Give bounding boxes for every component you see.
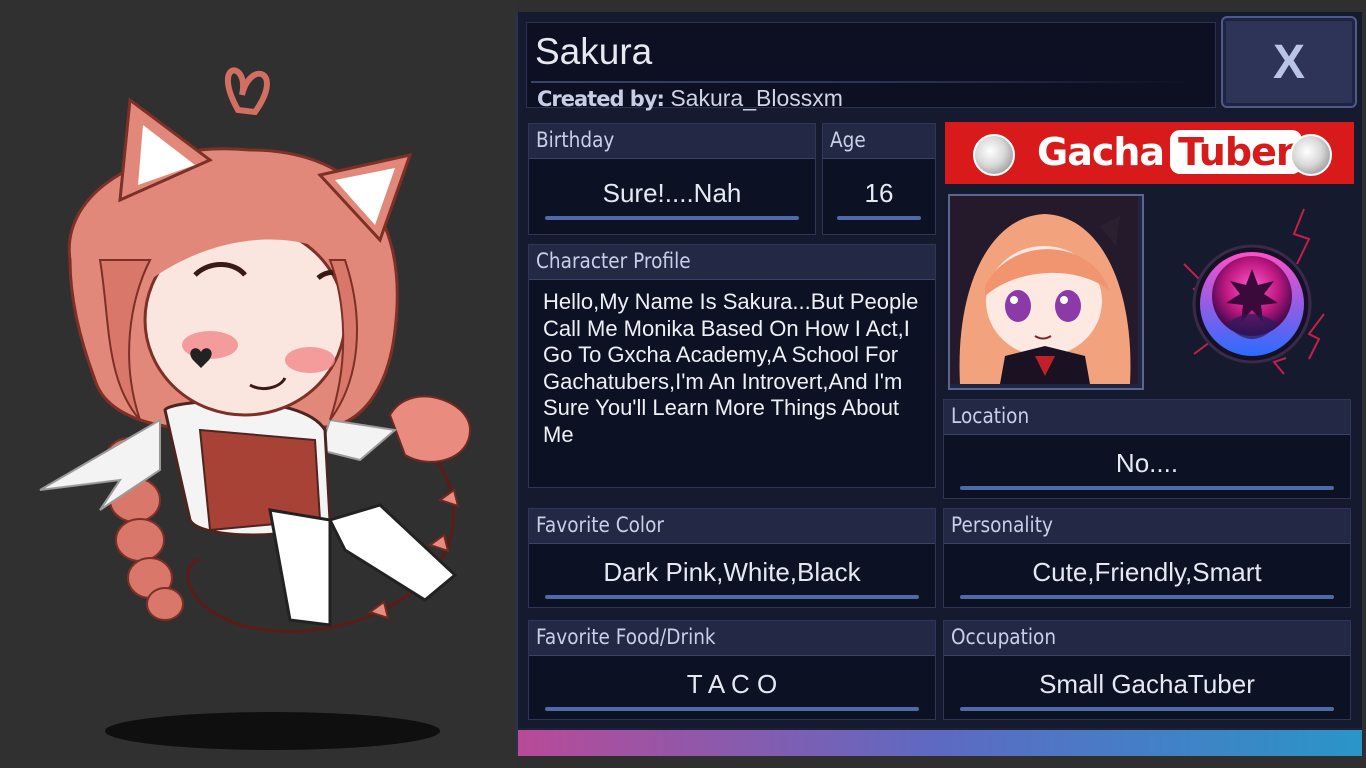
profile-label: Character Profile bbox=[536, 249, 691, 273]
favorite-food-underline bbox=[545, 707, 919, 711]
character-stage bbox=[0, 0, 516, 768]
created-by-label: Created by: bbox=[537, 87, 665, 111]
occupation-underline bbox=[960, 707, 1334, 711]
occupation-header: Occupation bbox=[944, 621, 1350, 656]
personality-label: Personality bbox=[951, 513, 1053, 537]
creator-name: Sakura_Blossxm bbox=[670, 85, 843, 111]
birthday-value[interactable]: Sure!....Nah bbox=[529, 178, 815, 209]
favorite-color-label: Favorite Color bbox=[536, 513, 664, 537]
personality-underline bbox=[960, 595, 1334, 599]
favorite-color-underline bbox=[545, 595, 919, 599]
location-underline bbox=[960, 486, 1334, 490]
banner-title-part1: Gacha bbox=[1037, 130, 1165, 174]
dark-magic-orb-icon bbox=[1183, 208, 1325, 375]
favorite-color-value[interactable]: Dark Pink,White,Black bbox=[529, 557, 935, 588]
birthday-label: Birthday bbox=[536, 128, 615, 152]
personality-value[interactable]: Cute,Friendly,Smart bbox=[944, 557, 1350, 588]
banner-title-part2: Tuber bbox=[1170, 130, 1302, 174]
personality-header: Personality bbox=[944, 509, 1350, 544]
character-info-panel: Sakura Created by: Sakura_Blossxm X Birt… bbox=[516, 12, 1362, 756]
gacha-ball-icon bbox=[1290, 134, 1332, 176]
location-field: Location No.... bbox=[943, 399, 1351, 499]
birthday-underline bbox=[545, 216, 799, 220]
close-icon: X bbox=[1272, 35, 1305, 89]
location-label: Location bbox=[951, 404, 1030, 428]
character-portrait-icon bbox=[948, 194, 1144, 390]
favorite-food-header: Favorite Food/Drink bbox=[529, 621, 935, 656]
character-profile-field: Character Profile Hello,My Name Is Sakur… bbox=[528, 244, 936, 488]
favorite-food-value[interactable]: T A C O bbox=[529, 669, 935, 700]
gacha-ball-icon bbox=[973, 134, 1015, 176]
favorite-color-header: Favorite Color bbox=[529, 509, 935, 544]
birthday-header: Birthday bbox=[529, 124, 815, 159]
occupation-field: Occupation Small GachaTuber bbox=[943, 620, 1351, 720]
birthday-field: Birthday Sure!....Nah bbox=[528, 123, 816, 235]
bottom-gradient-bar bbox=[518, 728, 1362, 756]
gachatuber-banner: Gacha Tuber bbox=[945, 122, 1354, 184]
profile-header: Character Profile bbox=[529, 245, 935, 280]
age-header: Age bbox=[823, 124, 935, 159]
personality-field: Personality Cute,Friendly,Smart bbox=[943, 508, 1351, 608]
age-field: Age 16 bbox=[822, 123, 936, 235]
location-value[interactable]: No.... bbox=[944, 448, 1350, 479]
age-value[interactable]: 16 bbox=[823, 178, 935, 209]
close-button[interactable]: X bbox=[1221, 16, 1357, 108]
title-divider bbox=[531, 81, 1195, 83]
age-label: Age bbox=[830, 128, 866, 152]
banner-title: Gacha Tuber bbox=[1037, 130, 1302, 174]
favorite-food-field: Favorite Food/Drink T A C O bbox=[528, 620, 936, 720]
title-box: Sakura Created by: Sakura_Blossxm bbox=[526, 22, 1216, 111]
creator-line: Created by: Sakura_Blossxm bbox=[537, 85, 843, 112]
character-name: Sakura bbox=[535, 31, 653, 72]
favorite-food-label: Favorite Food/Drink bbox=[536, 625, 716, 649]
occupation-value[interactable]: Small GachaTuber bbox=[944, 669, 1350, 700]
occupation-label: Occupation bbox=[951, 625, 1057, 649]
favorite-color-field: Favorite Color Dark Pink,White,Black bbox=[528, 508, 936, 608]
profile-text[interactable]: Hello,My Name Is Sakura...But People Cal… bbox=[543, 289, 927, 448]
age-underline bbox=[837, 216, 921, 220]
character-sprite bbox=[39, 67, 472, 633]
location-header: Location bbox=[944, 400, 1350, 435]
